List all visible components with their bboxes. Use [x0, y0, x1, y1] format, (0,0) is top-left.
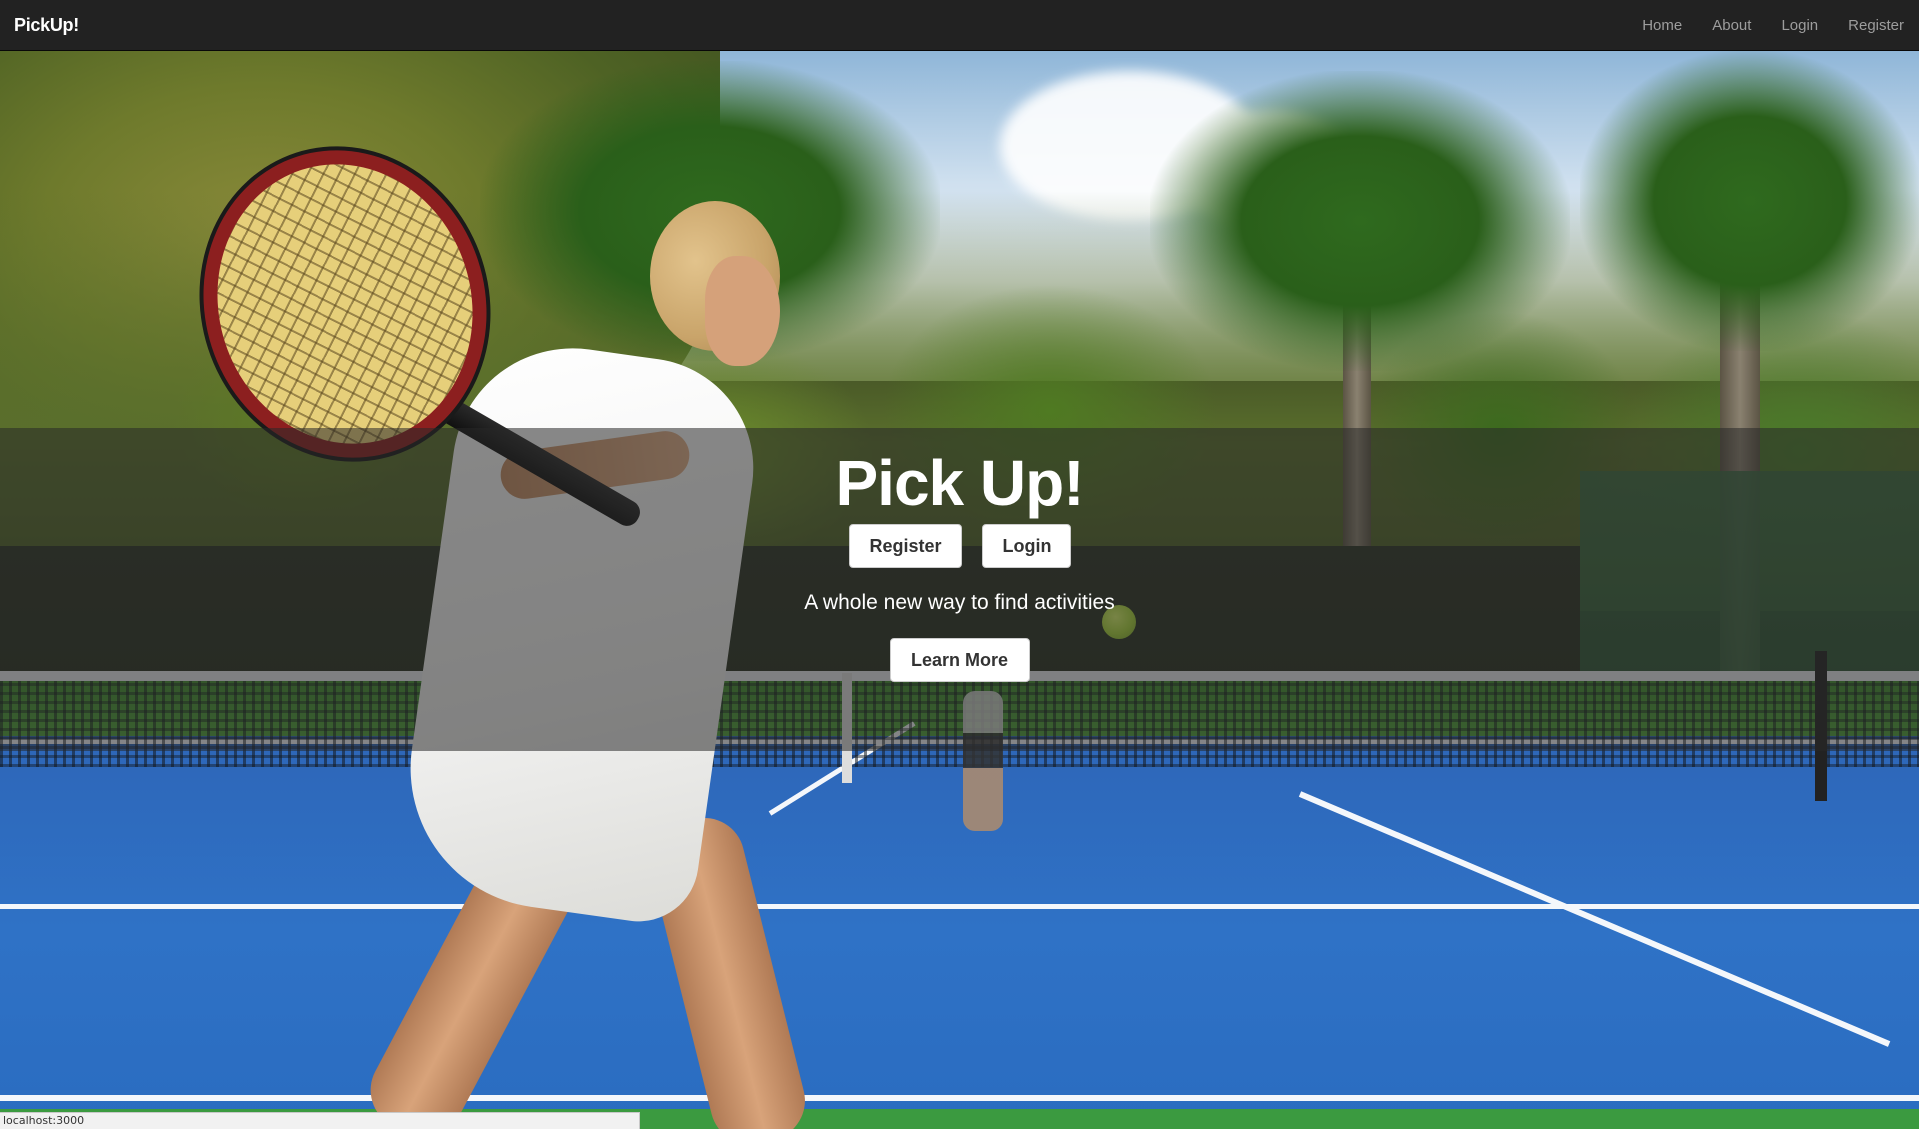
court-line: [0, 1095, 1919, 1101]
nav-link-register[interactable]: Register: [1833, 0, 1919, 51]
hero-title: Pick Up!: [835, 447, 1084, 519]
player-face: [705, 256, 780, 366]
nav-link-home[interactable]: Home: [1627, 0, 1697, 51]
hero-register-button[interactable]: Register: [848, 524, 962, 568]
palm-fronds: [1580, 51, 1919, 351]
nav-link-about[interactable]: About: [1697, 0, 1766, 51]
top-navbar: PickUp! Home About Login Register: [0, 0, 1919, 51]
palm-fronds: [1150, 71, 1570, 371]
hero-tagline: A whole new way to find activities: [804, 591, 1115, 614]
learn-more-row: Learn More: [0, 638, 1919, 682]
brand-logo-link[interactable]: PickUp!: [14, 0, 79, 51]
court-line: [0, 904, 1919, 909]
browser-status-url: localhost:3000: [0, 1112, 640, 1129]
nav-link-login[interactable]: Login: [1766, 0, 1833, 51]
nav-links: Home About Login Register: [1627, 0, 1919, 51]
hero-login-button[interactable]: Login: [981, 524, 1071, 568]
learn-more-button[interactable]: Learn More: [889, 638, 1030, 682]
hero-button-row: Register Login: [0, 524, 1919, 568]
